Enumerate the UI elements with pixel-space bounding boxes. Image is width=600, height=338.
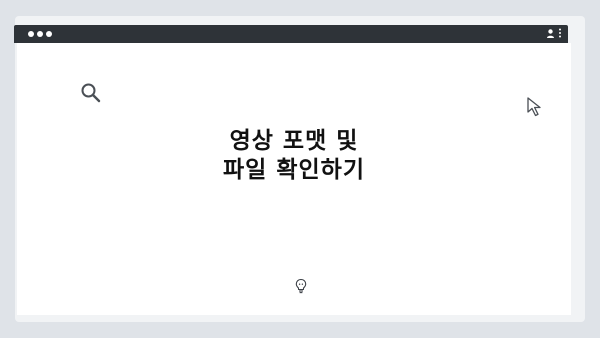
close-window-button[interactable] [28,31,34,37]
kebab-menu-icon[interactable] [558,27,562,39]
maximize-window-button[interactable] [46,31,52,37]
page-title-line-2: 파일 확인하기 [223,157,365,183]
window-content: 영상 포맷 및 파일 확인하기 [17,43,571,315]
cursor-icon [526,96,546,122]
page-title: 영상 포맷 및 파일 확인하기 [17,127,571,185]
minimize-window-button[interactable] [37,31,43,37]
page-title-line-1: 영상 포맷 및 [229,128,359,154]
titlebar-actions [546,27,562,39]
window-titlebar [14,25,568,43]
lightbulb-icon [294,278,308,298]
search-icon[interactable] [79,81,103,109]
page-background: 영상 포맷 및 파일 확인하기 [0,0,600,338]
window-controls [28,31,52,37]
user-icon[interactable] [546,28,555,39]
